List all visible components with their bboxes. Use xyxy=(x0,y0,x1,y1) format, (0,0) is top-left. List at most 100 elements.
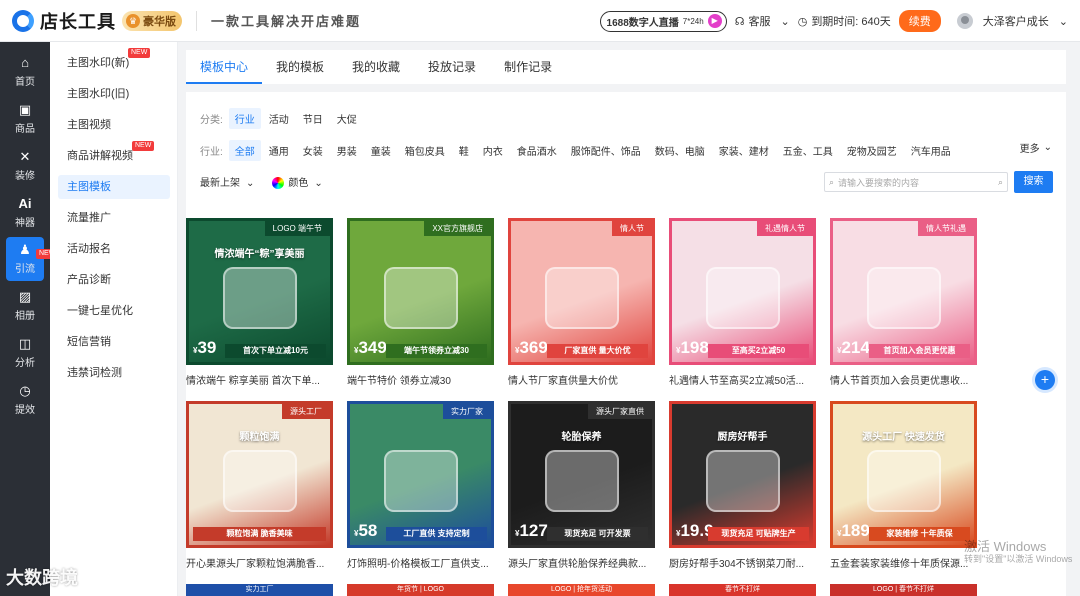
submenu-item[interactable]: 产品诊断 xyxy=(58,268,170,292)
category-chip[interactable]: 行业 xyxy=(228,108,261,129)
submenu-item[interactable]: 违禁词检测 xyxy=(58,361,170,385)
submenu-item[interactable]: 一键七星优化 xyxy=(58,299,170,323)
industry-chip[interactable]: 全部 xyxy=(228,140,261,161)
template-caption[interactable]: 端午节特价 领券立减30 xyxy=(347,372,494,387)
add-floating-button[interactable]: + xyxy=(1035,370,1055,390)
template-caption[interactable]: 情人节首页加入会员更优惠收... xyxy=(830,372,977,387)
template-card-partial[interactable]: 年货节 | LOGO xyxy=(347,584,494,596)
industry-chip[interactable]: 宠物及园艺 xyxy=(841,140,903,161)
industry-chip[interactable]: 服饰配件、饰品 xyxy=(565,140,647,161)
sort-dropdown[interactable]: 最新上架 ⌄ xyxy=(200,174,254,189)
live-stream-button[interactable]: 1688数字人直播 7*24h ▶ xyxy=(599,10,727,32)
submenu-item[interactable]: 主图水印(旧) xyxy=(58,82,170,106)
template-thumbnail[interactable]: 礼遇情人节 ¥198 至高买2立减50 xyxy=(669,218,816,365)
submenu-item-active[interactable]: 主图模板 xyxy=(58,175,170,199)
template-caption[interactable]: 礼遇情人节至高买2立减50活... xyxy=(669,372,816,387)
color-dropdown[interactable]: 颜色 ⌄ xyxy=(272,174,323,190)
nav-item-goods[interactable]: ▣ 商品 xyxy=(0,97,50,141)
industry-chip[interactable]: 女装 xyxy=(297,140,329,161)
submenu-item[interactable]: 商品讲解视频 NEW xyxy=(58,141,170,168)
industry-chip[interactable]: 内衣 xyxy=(477,140,509,161)
template-banner: 首次下单立减10元 xyxy=(225,344,326,358)
template-caption[interactable]: 开心果源头厂家颗粒饱满脆香... xyxy=(186,555,333,570)
category-chip[interactable]: 活动 xyxy=(263,108,295,129)
submenu-item[interactable]: 主图视频 xyxy=(58,113,170,137)
product-image xyxy=(384,267,458,329)
template-caption[interactable]: 情浓端午 粽享美丽 首次下单... xyxy=(186,372,333,387)
service-button[interactable]: ☊ 客服 ⌄ xyxy=(735,13,790,29)
template-thumbnail[interactable]: LOGO 端午节 情浓端午“粽”享美丽 ¥39 首次下单立减10元 xyxy=(186,218,333,365)
nav-item-album[interactable]: ▨ 相册 xyxy=(0,284,50,328)
template-thumbnail[interactable]: 源头厂家直供 轮胎保养 ¥127 现货充足 可开发票 xyxy=(508,401,655,548)
submenu-item[interactable]: 短信营销 xyxy=(58,330,170,354)
industry-chip[interactable]: 鞋 xyxy=(453,140,475,161)
template-headline: 源头工厂 快速发货 xyxy=(862,432,945,443)
industry-chip[interactable]: 男装 xyxy=(331,140,363,161)
template-caption[interactable]: 情人节厂家直供量大价优 xyxy=(508,372,655,387)
search-button[interactable]: 搜索 xyxy=(1014,171,1053,193)
tab-my-templates[interactable]: 我的模板 xyxy=(262,58,338,84)
submenu-item[interactable]: 流量推广 xyxy=(58,206,170,230)
tab-delivery-records[interactable]: 投放记录 xyxy=(414,58,490,84)
app-logo[interactable]: 店长工具 ♛ 豪华版 xyxy=(12,8,182,34)
template-thumbnail[interactable]: 源头工厂 颗粒饱满 颗粒饱满 脆香美味 xyxy=(186,401,333,548)
template-card[interactable]: 实力厂家 ¥58 工厂直供 支持定制灯饰照明-价格模板工厂直供支... xyxy=(347,401,494,570)
more-filter-button[interactable]: 更多 ⌄ xyxy=(1020,140,1052,155)
template-thumbnail[interactable]: 源头工厂 快速发货 ¥189 家装维修 十年质保 xyxy=(830,401,977,548)
category-chip[interactable]: 节日 xyxy=(297,108,329,129)
template-card-partial[interactable]: LOGO | 春节不打烊 xyxy=(830,584,977,596)
filter-label: 行业: xyxy=(200,147,223,158)
category-chip[interactable]: 大促 xyxy=(331,108,363,129)
nav-item-home[interactable]: ⌂ 首页 xyxy=(0,50,50,94)
renew-button[interactable]: 续费 xyxy=(898,10,941,32)
tab-favorites[interactable]: 我的收藏 xyxy=(338,58,414,84)
template-card[interactable]: 源头工厂 颗粒饱满 颗粒饱满 脆香美味开心果源头厂家颗粒饱满脆香... xyxy=(186,401,333,570)
industry-chip[interactable]: 数码、电脑 xyxy=(649,140,711,161)
industry-chip[interactable]: 五金、工具 xyxy=(777,140,839,161)
industry-chip[interactable]: 食品酒水 xyxy=(511,140,563,161)
industry-chip[interactable]: 童装 xyxy=(365,140,397,161)
nav-item-analysis[interactable]: ◫ 分析 xyxy=(0,331,50,375)
industry-chip[interactable]: 汽车用品 xyxy=(905,140,957,161)
template-caption[interactable]: 灯饰照明-价格模板工厂直供支... xyxy=(347,555,494,570)
headset-icon: ☊ xyxy=(734,15,745,28)
industry-chip[interactable]: 箱包皮具 xyxy=(399,140,451,161)
template-card-partial[interactable]: 实力工厂 xyxy=(186,584,333,596)
template-thumbnail[interactable]: XX官方旗舰店 ¥349 端午节领券立减30 xyxy=(347,218,494,365)
template-card-partial[interactable]: LOGO | 抢年货活动 xyxy=(508,584,655,596)
template-card[interactable]: 情人节 ¥369 厂家直供 量大价优情人节厂家直供量大价优 xyxy=(508,218,655,387)
template-headline: 颗粒饱满 xyxy=(239,432,280,443)
nav-item-traffic[interactable]: ♟ 引流 NEW xyxy=(6,237,59,281)
submenu-item[interactable]: 活动报名 xyxy=(58,237,170,261)
nav-item-efficiency[interactable]: ◷ 提效 xyxy=(0,378,50,422)
template-card[interactable]: 厨房好帮手 ¥19.9 现货充足 可贴牌生产厨房好帮手304不锈钢菜刀耐... xyxy=(669,401,816,570)
template-thumbnail[interactable]: 实力厂家 ¥58 工厂直供 支持定制 xyxy=(347,401,494,548)
submenu-item[interactable]: 主图水印(新) NEW xyxy=(58,48,170,75)
template-thumbnail[interactable]: 情人节 ¥369 厂家直供 量大价优 xyxy=(508,218,655,365)
nav-item-ai[interactable]: Ai 神器 xyxy=(0,191,50,235)
search-input[interactable]: ⌕ 请输入要搜索的内容 ⌕ xyxy=(824,172,1008,192)
template-caption[interactable]: 源头厂家直供轮胎保养经典款... xyxy=(508,555,655,570)
template-card[interactable]: XX官方旗舰店 ¥349 端午节领券立减30 端午节特价 领券立减30 xyxy=(347,218,494,387)
product-image xyxy=(223,450,297,512)
nav-item-decorate[interactable]: ✕ 装修 xyxy=(0,144,50,188)
more-label: 更多 xyxy=(1019,144,1040,155)
template-card[interactable]: 情人节礼遇 ¥214 首页加入会员更优惠情人节首页加入会员更优惠收... xyxy=(830,218,977,387)
template-card[interactable]: 源头工厂 快速发货 ¥189 家装维修 十年质保五金套装家装维修十年质保源... xyxy=(830,401,977,570)
industry-chip[interactable]: 家装、建材 xyxy=(713,140,775,161)
template-top-label: 源头厂家直供 xyxy=(588,404,652,419)
template-card[interactable]: 礼遇情人节 ¥198 至高买2立减50 礼遇情人节至高买2立减50活... xyxy=(669,218,816,387)
template-caption[interactable]: 厨房好帮手304不锈钢菜刀耐... xyxy=(669,555,816,570)
template-card-partial[interactable]: 春节不打烊 xyxy=(669,584,816,596)
chart-icon: ◫ xyxy=(18,336,32,351)
industry-chip[interactable]: 通用 xyxy=(263,140,295,161)
tab-production-records[interactable]: 制作记录 xyxy=(490,58,566,84)
tab-template-center[interactable]: 模板中心 xyxy=(186,58,263,84)
template-card[interactable]: LOGO 端午节 情浓端午“粽”享美丽 ¥39 首次下单立减10元情浓端午 粽享美丽 … xyxy=(186,218,333,387)
template-thumbnail[interactable]: 厨房好帮手 ¥19.9 现货充足 可贴牌生产 xyxy=(669,401,816,548)
template-caption[interactable]: 五金套装家装维修十年质保源... xyxy=(830,555,977,570)
user-menu[interactable]: 大泽客户成长 ⌄ xyxy=(956,13,1068,29)
template-thumbnail[interactable]: 情人节礼遇 ¥214 首页加入会员更优惠 xyxy=(830,218,977,365)
windows-watermark-sub: 转到"设置"以激活 Windows xyxy=(964,554,1073,564)
template-card[interactable]: 源头厂家直供 轮胎保养 ¥127 现货充足 可开发票源头厂家直供轮胎保养经典款... xyxy=(508,401,655,570)
